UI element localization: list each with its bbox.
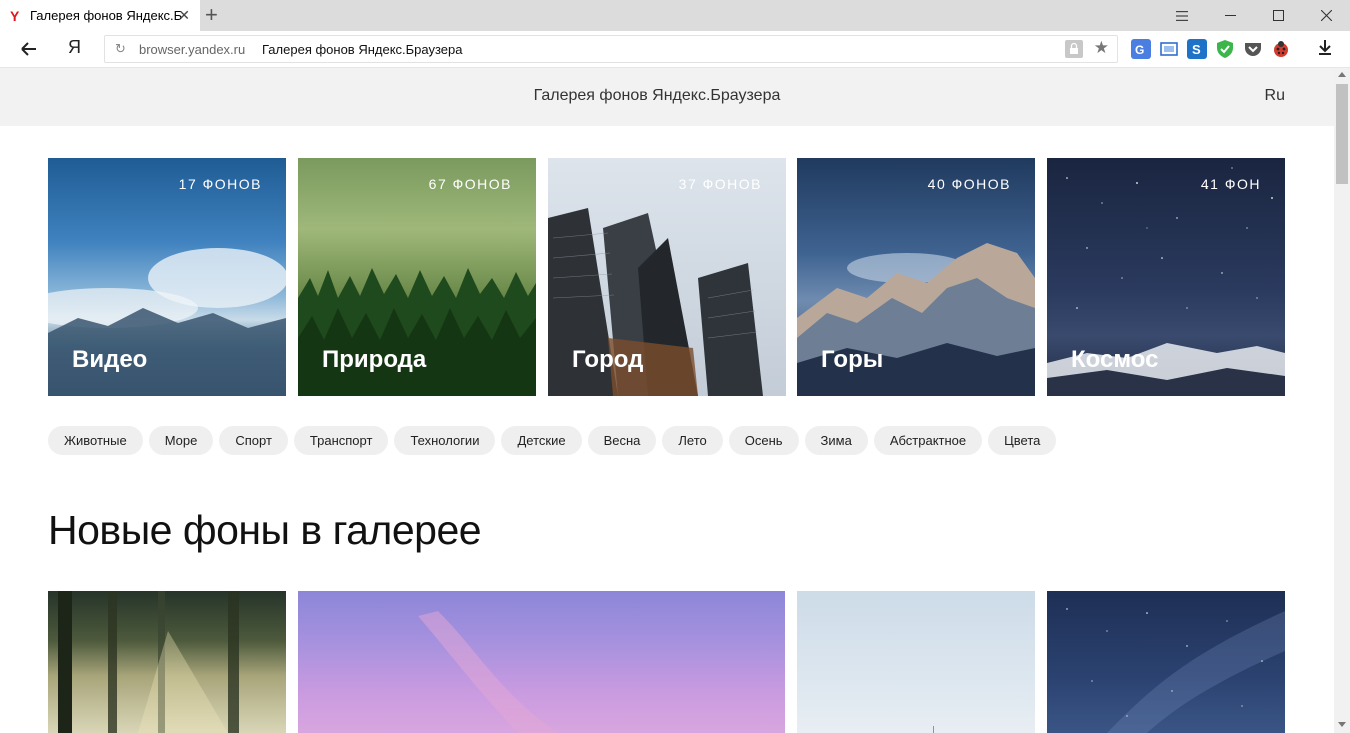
tab-close-icon[interactable]: ✕: [178, 8, 190, 22]
chip-animals[interactable]: Животные: [48, 426, 143, 455]
category-name: Горы: [821, 346, 884, 373]
menu-icon: [1176, 10, 1188, 21]
yandex-home-button[interactable]: Я: [68, 37, 81, 58]
chip-kids[interactable]: Детские: [501, 426, 582, 455]
chip-winter[interactable]: Зима: [804, 426, 868, 455]
new-tab-button[interactable]: +: [205, 4, 218, 26]
scroll-up-arrow-icon[interactable]: [1338, 72, 1346, 77]
scroll-down-arrow-icon[interactable]: [1338, 722, 1346, 727]
minimize-icon: [1224, 15, 1236, 16]
maximize-button[interactable]: [1254, 0, 1302, 31]
download-button[interactable]: [1316, 38, 1334, 61]
new-background-purple-sky[interactable]: [298, 591, 785, 733]
category-name: Город: [572, 346, 644, 373]
translate-extension-icon[interactable]: G: [1131, 39, 1151, 59]
chip-summer[interactable]: Лето: [662, 426, 723, 455]
category-card-video[interactable]: 17 ФОНОВ Видео: [48, 158, 286, 396]
chip-transport[interactable]: Транспорт: [293, 426, 389, 455]
chip-colors[interactable]: Цвета: [988, 426, 1057, 455]
section-title-new-backgrounds: Новые фоны в галерее: [48, 507, 482, 553]
close-icon: [1320, 10, 1332, 21]
arrow-left-icon: [21, 42, 36, 56]
night-sky-thumbnail-image: [1066, 608, 1285, 733]
back-button[interactable]: [18, 39, 40, 59]
reload-icon[interactable]: ↻: [115, 41, 126, 57]
ladybug-extension-icon[interactable]: [1271, 39, 1291, 59]
pocket-extension-icon[interactable]: [1243, 39, 1263, 59]
language-switch[interactable]: Ru: [1265, 87, 1285, 105]
category-count: 37 ФОНОВ: [678, 176, 762, 192]
adguard-shield-icon[interactable]: [1215, 39, 1235, 59]
chip-sea[interactable]: Море: [148, 426, 214, 455]
category-name: Природа: [322, 346, 427, 373]
category-name: Космос: [1071, 346, 1159, 373]
category-count: 41 ФОН: [1200, 176, 1261, 192]
screenshot-extension-icon[interactable]: [1159, 39, 1179, 59]
fog-thumbnail-image: [933, 726, 934, 733]
close-window-button[interactable]: [1302, 0, 1350, 31]
page-header: Галерея фонов Яндекс.Браузера Ru: [0, 68, 1334, 126]
new-background-night-sky[interactable]: [1047, 591, 1285, 733]
scroll-thumb[interactable]: [1336, 84, 1348, 184]
chip-autumn[interactable]: Осень: [728, 426, 799, 455]
browser-menu-button[interactable]: [1158, 0, 1206, 31]
chip-spring[interactable]: Весна: [587, 426, 657, 455]
maximize-icon: [1272, 10, 1284, 21]
url-page-title: Галерея фонов Яндекс.Браузера: [262, 42, 463, 57]
lock-icon[interactable]: [1065, 40, 1083, 58]
svg-text:S: S: [1192, 42, 1201, 57]
category-card-space[interactable]: 41 ФОН Космос: [1047, 158, 1285, 396]
minimize-button[interactable]: [1206, 0, 1254, 31]
category-count: 17 ФОНОВ: [178, 176, 262, 192]
chip-abstract[interactable]: Абстрактное: [873, 426, 983, 455]
purple-sky-thumbnail-image: [418, 611, 558, 733]
address-bar[interactable]: ↻ browser.yandex.ru Галерея фонов Яндекс…: [104, 35, 1118, 63]
new-background-fog[interactable]: [797, 591, 1035, 733]
browser-toolbar: Я ↻ browser.yandex.ru Галерея фонов Янде…: [0, 31, 1350, 68]
download-icon: [1319, 40, 1331, 55]
category-card-nature[interactable]: 67 ФОНОВ Природа: [298, 158, 536, 396]
chip-technology[interactable]: Технологии: [394, 426, 496, 455]
yandex-favicon-icon: Y: [10, 7, 20, 24]
tag-chips: Животные Море Спорт Транспорт Технологии…: [48, 426, 1057, 455]
bookmark-star-icon[interactable]: ★: [1094, 38, 1109, 58]
category-count: 40 ФОНОВ: [927, 176, 1011, 192]
skype-extension-icon[interactable]: S: [1187, 39, 1207, 59]
category-count: 67 ФОНОВ: [428, 176, 512, 192]
tab-strip: Y Галерея фонов Яндекс.Браузера ✕ +: [0, 0, 1350, 31]
new-background-forest[interactable]: [48, 591, 286, 733]
category-card-mountains[interactable]: 40 ФОНОВ Горы: [797, 158, 1035, 396]
tab-title: Галерея фонов Яндекс.Браузера: [30, 8, 182, 23]
browser-tab[interactable]: Y Галерея фонов Яндекс.Браузера ✕: [0, 0, 200, 31]
category-name: Видео: [72, 346, 148, 373]
forest-thumbnail-image: [58, 591, 239, 733]
page-header-title[interactable]: Галерея фонов Яндекс.Браузера: [0, 87, 1314, 105]
svg-text:G: G: [1135, 43, 1144, 57]
url-domain: browser.yandex.ru: [139, 42, 246, 57]
category-card-city[interactable]: 37 ФОНОВ Город: [548, 158, 786, 396]
page-scrollbar[interactable]: [1334, 68, 1350, 733]
chip-sport[interactable]: Спорт: [219, 426, 288, 455]
